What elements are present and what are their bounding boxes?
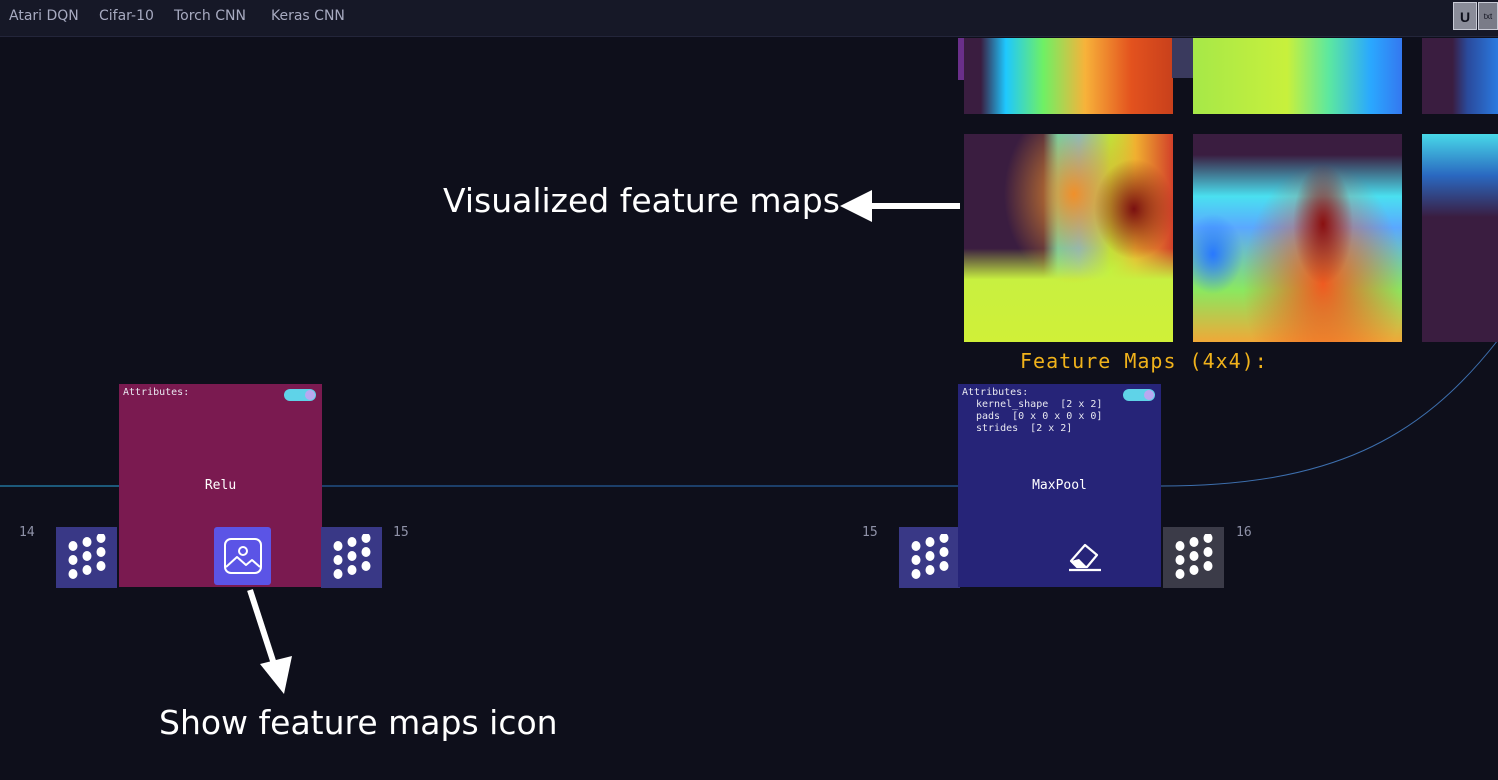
- feature-map-tile: [964, 38, 1173, 114]
- arrow-left-icon: [840, 190, 960, 222]
- output-port-number: 15: [393, 525, 409, 540]
- arrow-down-icon: [247, 589, 292, 694]
- input-port-number: 14: [19, 525, 35, 540]
- attributes-label: Attributes:: [962, 387, 1029, 398]
- relu-node[interactable]: Attributes: Relu: [119, 384, 322, 587]
- attribute-strides: strides [2 x 2]: [976, 423, 1073, 434]
- feature-maps-title: Feature Maps (4x4):: [1020, 349, 1268, 373]
- op-name: MaxPool: [1032, 478, 1087, 493]
- feature-map-tile: [1172, 38, 1193, 78]
- port-dots-icon: [1175, 534, 1213, 579]
- output-port-number: 16: [1236, 525, 1252, 540]
- icon-caption: Show feature maps icon: [159, 703, 558, 742]
- app-canvas: Atari DQN Cifar-10 Torch CNN Keras CNN U…: [0, 0, 1498, 780]
- toggle-knob: [1144, 390, 1154, 400]
- port-dots-icon: [68, 534, 106, 579]
- attribute-kernel-shape: kernel_shape [2 x 2]: [976, 399, 1103, 410]
- show-feature-maps-button[interactable]: [214, 527, 271, 585]
- attributes-toggle[interactable]: [284, 389, 316, 401]
- eraser-icon[interactable]: [1065, 539, 1105, 573]
- output-port[interactable]: [321, 527, 382, 588]
- feature-map-tile: [1193, 38, 1402, 114]
- op-name: Relu: [204, 478, 237, 493]
- attributes-label: Attributes:: [123, 387, 190, 398]
- feature-maps-caption: Visualized feature maps: [443, 181, 840, 220]
- feature-map-tile: [1422, 38, 1498, 114]
- feature-map-tile: [1422, 134, 1498, 342]
- input-port-number: 15: [862, 525, 878, 540]
- feature-map-tile: [964, 134, 1173, 342]
- image-icon: [223, 538, 262, 574]
- maxpool-node[interactable]: Attributes: kernel_shape [2 x 2] pads [0…: [958, 384, 1161, 587]
- feature-map-tile: [1193, 134, 1402, 342]
- input-port[interactable]: [56, 527, 117, 588]
- port-dots-icon: [333, 534, 371, 579]
- output-port[interactable]: [1163, 527, 1224, 588]
- toggle-knob: [305, 390, 315, 400]
- input-port[interactable]: [899, 527, 960, 588]
- attributes-toggle[interactable]: [1123, 389, 1155, 401]
- attribute-pads: pads [0 x 0 x 0 x 0]: [976, 411, 1103, 422]
- port-dots-icon: [911, 534, 949, 579]
